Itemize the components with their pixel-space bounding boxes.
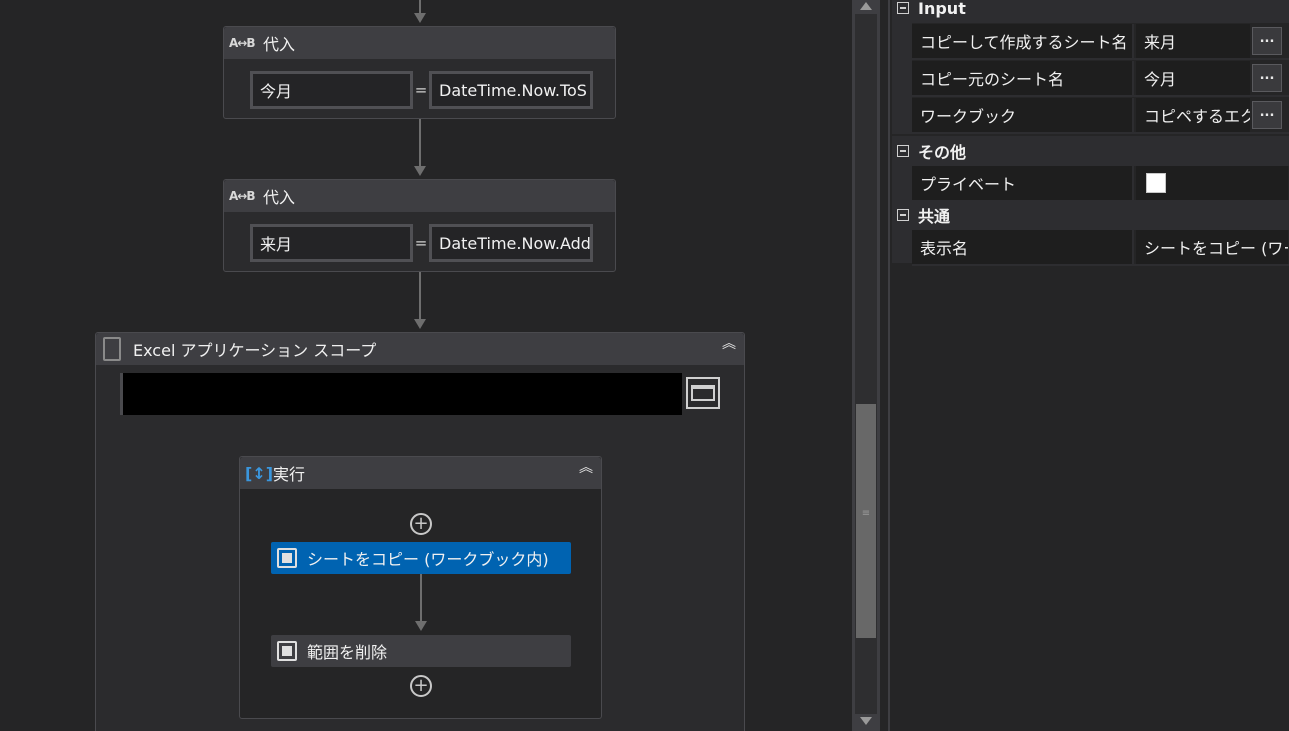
workbook-activity-icon bbox=[277, 641, 297, 661]
category-title: Input bbox=[918, 0, 966, 18]
connector-line bbox=[419, 272, 421, 320]
property-row-workbook: ワークブック コピペするエク ... bbox=[912, 98, 1289, 134]
category-title: 共通 bbox=[918, 207, 951, 226]
expression-editor-button[interactable]: ... bbox=[1252, 64, 1282, 92]
activity-label: シートをコピー (ワークブック内) bbox=[307, 550, 549, 569]
assign-activity-header[interactable]: A↔B 代入 bbox=[224, 180, 615, 212]
connector-arrow bbox=[414, 13, 426, 23]
property-value-cell bbox=[1136, 166, 1288, 200]
panel-splitter[interactable] bbox=[880, 0, 890, 731]
category-common[interactable]: 共通 bbox=[892, 200, 1289, 230]
add-activity-plus-icon[interactable]: + bbox=[410, 675, 432, 697]
workbook-path-input[interactable] bbox=[120, 373, 682, 415]
assign-to-field[interactable]: 来月 bbox=[250, 224, 413, 262]
connector-arrow bbox=[414, 319, 426, 329]
assign-activity-header[interactable]: A↔B 代入 bbox=[224, 27, 615, 59]
excel-scope-title: Excel アプリケーション スコープ bbox=[133, 341, 377, 360]
activity-label: 範囲を削除 bbox=[307, 643, 388, 662]
category-misc[interactable]: その他 bbox=[892, 136, 1289, 166]
connector-arrow bbox=[414, 166, 426, 176]
property-name: コピー元のシート名 bbox=[912, 61, 1134, 95]
folder-icon bbox=[691, 385, 715, 401]
property-name: コピーして作成するシート名 bbox=[912, 24, 1134, 58]
delete-range-activity[interactable]: 範囲を削除 bbox=[271, 635, 571, 667]
collapse-toggle-icon[interactable] bbox=[897, 145, 909, 157]
assign-expression: 今月 = DateTime.Now.ToS bbox=[250, 71, 593, 109]
assign-ab-icon: A↔B bbox=[229, 36, 256, 50]
assign-equals: = bbox=[414, 234, 428, 252]
connector-line bbox=[420, 574, 422, 622]
expression-editor-button[interactable]: ... bbox=[1252, 101, 1282, 129]
assign-expression: 来月 = DateTime.Now.Add bbox=[250, 224, 593, 262]
category-strip bbox=[892, 166, 912, 200]
collapse-toggle-icon[interactable] bbox=[897, 209, 909, 221]
workbook-activity-icon bbox=[277, 548, 297, 568]
property-name: 表示名 bbox=[912, 230, 1134, 264]
scroll-down-arrow-icon[interactable] bbox=[860, 717, 872, 725]
add-activity-plus-icon[interactable]: + bbox=[410, 513, 432, 535]
copy-sheet-activity[interactable]: シートをコピー (ワークブック内) bbox=[271, 542, 571, 574]
property-row-private: プライベート bbox=[912, 166, 1289, 202]
assign-activity-2[interactable]: A↔B 代入 来月 = DateTime.Now.Add bbox=[223, 179, 616, 272]
do-sequence-title: 実行 bbox=[273, 465, 306, 484]
designer-vertical-scrollbar[interactable]: ≡ bbox=[852, 0, 880, 731]
properties-panel: Input コピーして作成するシート名 来月 ... コピー元のシート名 今月 … bbox=[892, 0, 1289, 731]
connector-arrow bbox=[415, 621, 427, 631]
property-value-input[interactable]: 今月 bbox=[1136, 61, 1250, 95]
property-row-display-name: 表示名 シートをコピー (ワークブ bbox=[912, 230, 1289, 266]
connector-line bbox=[419, 0, 421, 14]
assign-value-field[interactable]: DateTime.Now.ToS bbox=[429, 71, 593, 109]
browse-folder-button[interactable] bbox=[686, 377, 720, 409]
collapse-toggle-icon[interactable] bbox=[897, 2, 909, 14]
property-row-new-sheet-name: コピーして作成するシート名 来月 ... bbox=[912, 24, 1289, 60]
do-sequence[interactable]: [↕] 実行 ︽ + シートをコピー (ワークブック内) 範囲を削除 + bbox=[239, 456, 602, 719]
excel-scope-header[interactable]: Excel アプリケーション スコープ ︽ bbox=[96, 333, 744, 365]
excel-application-scope[interactable]: Excel アプリケーション スコープ ︽ [↕] 実行 ︽ + シートをコピー… bbox=[95, 332, 745, 731]
scroll-up-arrow-icon[interactable] bbox=[860, 2, 872, 10]
excel-file-icon bbox=[103, 337, 121, 361]
category-strip bbox=[892, 230, 912, 263]
collapse-chevron-icon[interactable]: ︽ bbox=[577, 461, 595, 483]
property-value-input[interactable]: シートをコピー (ワークブ bbox=[1136, 230, 1288, 264]
assign-to-field[interactable]: 今月 bbox=[250, 71, 413, 109]
connector-line bbox=[419, 119, 421, 167]
scrollbar-grip-icon: ≡ bbox=[861, 508, 871, 519]
category-strip bbox=[892, 23, 912, 134]
property-name: プライベート bbox=[912, 166, 1134, 200]
do-sequence-header[interactable]: [↕] 実行 ︽ bbox=[240, 457, 601, 489]
assign-activity-title: 代入 bbox=[263, 188, 296, 207]
workflow-designer-canvas[interactable]: A↔B 代入 今月 = DateTime.Now.ToS A↔B 代入 来月 =… bbox=[0, 0, 852, 731]
assign-ab-icon: A↔B bbox=[229, 189, 256, 203]
collapse-chevron-icon[interactable]: ︽ bbox=[720, 337, 738, 359]
property-value-input[interactable]: コピペするエク bbox=[1136, 98, 1250, 132]
private-checkbox[interactable] bbox=[1146, 173, 1166, 193]
assign-activity-title: 代入 bbox=[263, 35, 296, 54]
category-title: その他 bbox=[918, 143, 967, 162]
property-name: ワークブック bbox=[912, 98, 1134, 132]
sequence-icon: [↕] bbox=[245, 463, 274, 483]
assign-value-field[interactable]: DateTime.Now.Add bbox=[429, 224, 593, 262]
property-row-source-sheet-name: コピー元のシート名 今月 ... bbox=[912, 61, 1289, 97]
assign-equals: = bbox=[414, 81, 428, 99]
expression-editor-button[interactable]: ... bbox=[1252, 27, 1282, 55]
assign-activity-1[interactable]: A↔B 代入 今月 = DateTime.Now.ToS bbox=[223, 26, 616, 119]
category-input[interactable]: Input bbox=[892, 0, 1289, 23]
property-value-input[interactable]: 来月 bbox=[1136, 24, 1250, 58]
